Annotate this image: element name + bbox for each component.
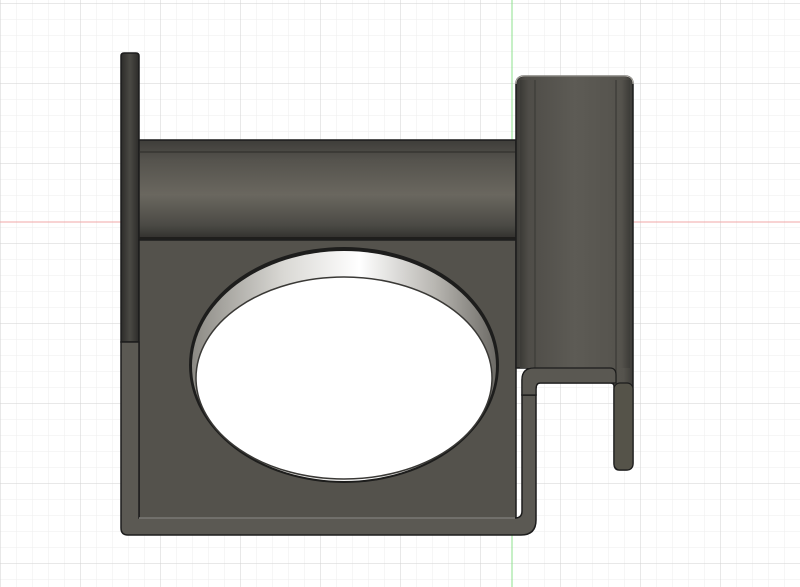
cad-3d-viewport[interactable]	[0, 0, 800, 587]
left-post	[120, 52, 140, 343]
cad-scene[interactable]	[0, 0, 800, 587]
hook-tail	[613, 382, 634, 471]
top-rail	[138, 139, 517, 241]
bore-opening	[195, 276, 493, 480]
right-column-face	[520, 80, 630, 368]
